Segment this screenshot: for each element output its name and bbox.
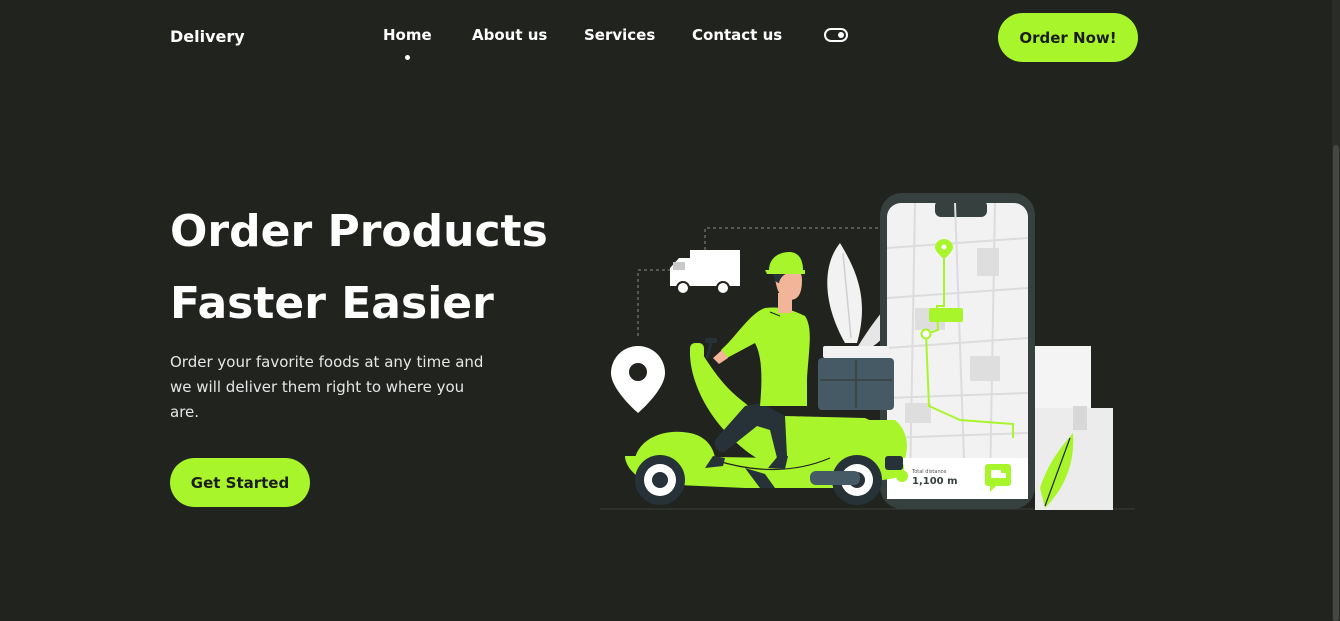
- delivery-box-illustration: [818, 346, 894, 410]
- get-started-button[interactable]: Get Started: [170, 458, 310, 507]
- route-line-top: [704, 227, 885, 250]
- toggle-knob: [838, 32, 844, 38]
- top-nav: Delivery Home About us Services Contact …: [0, 0, 1340, 80]
- route-line-left: [637, 269, 670, 336]
- phone-illustration: Total distance 1,100 m: [880, 193, 1035, 509]
- theme-toggle-icon[interactable]: [824, 28, 848, 42]
- nav-link-about[interactable]: About us: [472, 26, 547, 44]
- distance-value: 1,100 m: [912, 476, 958, 487]
- nav-link-services[interactable]: Services: [584, 26, 655, 44]
- scrollbar[interactable]: [1332, 0, 1340, 621]
- nav-link-home[interactable]: Home: [383, 26, 432, 44]
- scooter-rear-wheel: [635, 455, 685, 505]
- delivery-illustration: Total distance 1,100 m: [600, 193, 1135, 510]
- distance-label: Total distance: [911, 469, 946, 475]
- boxes-illustration: [1035, 346, 1113, 510]
- hero-title-line1: Order Products: [170, 206, 548, 257]
- hero-description: Order your favorite foods at any time an…: [170, 353, 484, 421]
- location-pin-icon: [611, 346, 665, 413]
- order-now-button[interactable]: Order Now!: [998, 13, 1138, 62]
- truck-icon: [670, 250, 740, 295]
- hero-title-line2: Faster Easier: [170, 278, 494, 329]
- scrollbar-thumb[interactable]: [1333, 145, 1339, 621]
- hero-title: Order Products Faster Easier: [170, 196, 590, 340]
- nav-link-contact[interactable]: Contact us: [692, 26, 782, 44]
- logo[interactable]: Delivery: [170, 27, 245, 46]
- active-indicator: [405, 55, 410, 60]
